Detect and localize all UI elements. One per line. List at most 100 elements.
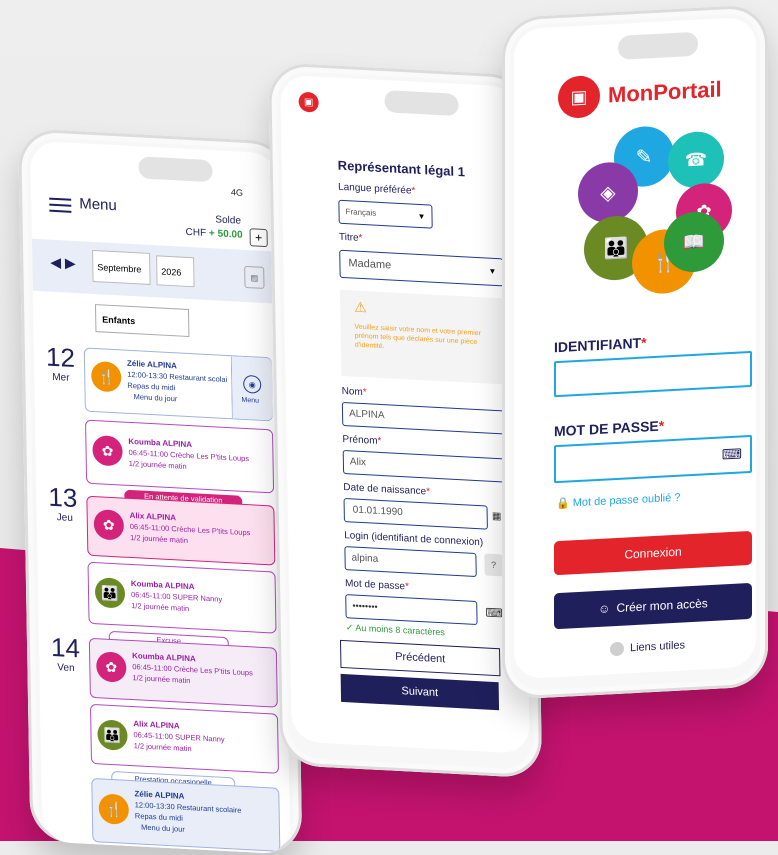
nom-field[interactable]: ALPINA	[341, 401, 507, 435]
identifiant-input[interactable]	[554, 350, 752, 398]
password-field[interactable]: ••••••••	[345, 594, 478, 626]
card-line2: 1/2 journée matin	[133, 741, 192, 754]
useful-links[interactable]: Liens utiles	[630, 639, 685, 654]
day-num-13: 13	[48, 481, 78, 514]
hamburger-icon[interactable]	[49, 197, 72, 213]
menu-side-label[interactable]: Menu	[241, 397, 259, 405]
card-line3: Menu du jour	[133, 392, 178, 404]
dob-value: 01.01.1990	[352, 504, 403, 519]
identifiant-label: IDENTIFIANT	[554, 334, 642, 356]
check-icon: ✓	[345, 622, 354, 633]
login-value: alpina	[351, 552, 379, 565]
warning-box: ⚠ Veuillez saisir votre nom et votre pre…	[339, 289, 504, 385]
prenom-field[interactable]: Alix	[342, 449, 508, 483]
month-select[interactable]: Septembre	[92, 249, 151, 285]
chevron-down-icon: ▼	[488, 266, 497, 277]
nom-value: ALPINA	[348, 408, 385, 422]
required-mark: *	[658, 417, 665, 434]
plus-icon: +	[255, 230, 263, 245]
calendar-icon[interactable]: ▤	[244, 265, 265, 289]
create-access-label: Créer mon accès	[616, 596, 708, 616]
pwd-value: ••••••••	[352, 600, 378, 612]
booking-card[interactable]: ✿ Koumba ALPINA 06:45-11:00 Crèche Les P…	[85, 419, 275, 494]
card-name: Zélie ALPINA	[134, 789, 185, 801]
card-line2: 1/2 journée matin	[129, 532, 189, 545]
card-line3: Menu du jour	[140, 822, 185, 834]
card-line2: 1/2 journée matin	[128, 458, 187, 471]
add-credit-button[interactable]: +	[249, 228, 268, 248]
forgot-password-link[interactable]: Mot de passe oublié ?	[573, 492, 681, 510]
year-select[interactable]: 2026	[156, 255, 195, 288]
prenom-label: Prénom	[342, 433, 378, 447]
card-line2: Repas du midi	[127, 380, 176, 393]
password-label: MOT DE PASSE	[554, 417, 659, 440]
card-name: Koumba ALPINA	[130, 578, 195, 592]
cutlery-icon: 🍴	[90, 360, 122, 393]
password-input[interactable]: ⌨	[554, 434, 752, 484]
required-mark: *	[362, 387, 367, 399]
section-title: Représentant légal 1	[337, 157, 465, 180]
card-name: Koumba ALPINA	[128, 436, 193, 450]
required-mark: *	[426, 486, 431, 498]
warning-text: Veuillez saisir votre nom et votre premi…	[354, 323, 482, 351]
required-mark: *	[411, 185, 416, 197]
day-num-12: 12	[45, 341, 76, 374]
app-name: MonPortail	[608, 76, 722, 108]
status-network: 4G	[230, 187, 243, 198]
prev-next-arrows-icon[interactable]: ◀ ▶	[50, 254, 76, 272]
children-filter[interactable]: Enfants	[94, 304, 190, 338]
lang-value: Français	[345, 207, 377, 218]
titre-label: Titre	[338, 231, 359, 244]
card-name: Koumba ALPINA	[132, 651, 196, 664]
solde-currency: CHF	[185, 226, 207, 239]
login-label: Login (identifiant de connexion)	[344, 530, 484, 549]
card-line2: Repas du midi	[134, 811, 183, 823]
pacifier-icon: ✿	[92, 434, 123, 467]
day-name-14: Ven	[57, 662, 75, 675]
required-mark: *	[358, 232, 363, 244]
globe-icon	[610, 641, 624, 657]
book-icon: 📖	[664, 210, 724, 274]
next-button[interactable]: Suivant	[340, 673, 500, 711]
login-button[interactable]: Connexion	[554, 530, 752, 576]
required-mark: *	[641, 334, 647, 351]
booking-card[interactable]: 🍴 Zélie ALPINA 12:00-13:30 Restaurant sc…	[83, 347, 273, 422]
previous-button[interactable]: Précédent	[340, 639, 501, 677]
booking-card[interactable]: 👪 Alix ALPINA 06:45-11:00 SUPER Nanny 1/…	[89, 703, 279, 774]
pacifier-icon: ✿	[93, 509, 125, 541]
show-password-icon[interactable]: ⌨	[485, 605, 503, 620]
title-select[interactable]: Madame ▼	[339, 249, 504, 287]
create-access-button[interactable]: ☺ Créer mon accès	[554, 582, 752, 630]
warning-icon: ⚠	[354, 298, 367, 316]
pwd-label: Mot de passe	[344, 578, 406, 593]
cutlery-icon: 🍴	[98, 793, 130, 825]
left-screen: Menu 4G Solde CHF + 50.00 + ◀ ▶ Septembr…	[30, 140, 291, 855]
family-icon: 👪	[97, 719, 128, 751]
right-phone: ▣ MonPortail ✎ ☎ ◈ ✿ 👪 🍴 📖 IDENTIFIANT* …	[502, 4, 768, 701]
chevron-down-icon: ▼	[417, 211, 426, 222]
menu-plate-icon[interactable]: ◉	[243, 374, 262, 394]
booking-card[interactable]: ✿ Koumba ALPINA 06:45-11:00 Crèche Les P…	[88, 637, 278, 708]
booking-card[interactable]: ✿ Alix ALPINA 06:45-11:00 Crèche Les P't…	[86, 495, 276, 566]
day-name-13: Jeu	[56, 512, 73, 524]
titre-value: Madame	[348, 257, 392, 272]
menu-label[interactable]: Menu	[79, 195, 117, 214]
middle-screen: ▣ Représentant légal 1 Langue préférée* …	[280, 74, 530, 754]
required-mark: *	[404, 581, 410, 593]
app-logo-icon: ▣	[298, 91, 319, 113]
card-line2: 1/2 journée matin	[131, 601, 190, 614]
card-name: Zélie ALPINA	[126, 358, 177, 371]
lock-icon: 🔒	[556, 497, 570, 511]
prenom-value: Alix	[349, 456, 367, 469]
language-select[interactable]: Français ▼	[338, 199, 433, 229]
nom-label: Nom	[341, 385, 363, 399]
day-num-14: 14	[50, 631, 81, 664]
help-button[interactable]: ?	[484, 553, 503, 577]
phone-icon: ☎	[668, 130, 724, 190]
app-logo-icon: ▣	[558, 74, 600, 120]
show-password-icon[interactable]: ⌨	[722, 445, 742, 463]
login-field[interactable]: alpina	[344, 546, 477, 578]
dob-field[interactable]: 01.01.1990	[343, 498, 488, 530]
booking-card[interactable]: 👪 Koumba ALPINA 06:45-11:00 SUPER Nanny …	[87, 561, 277, 634]
dob-label: Date de naissance	[343, 482, 427, 498]
